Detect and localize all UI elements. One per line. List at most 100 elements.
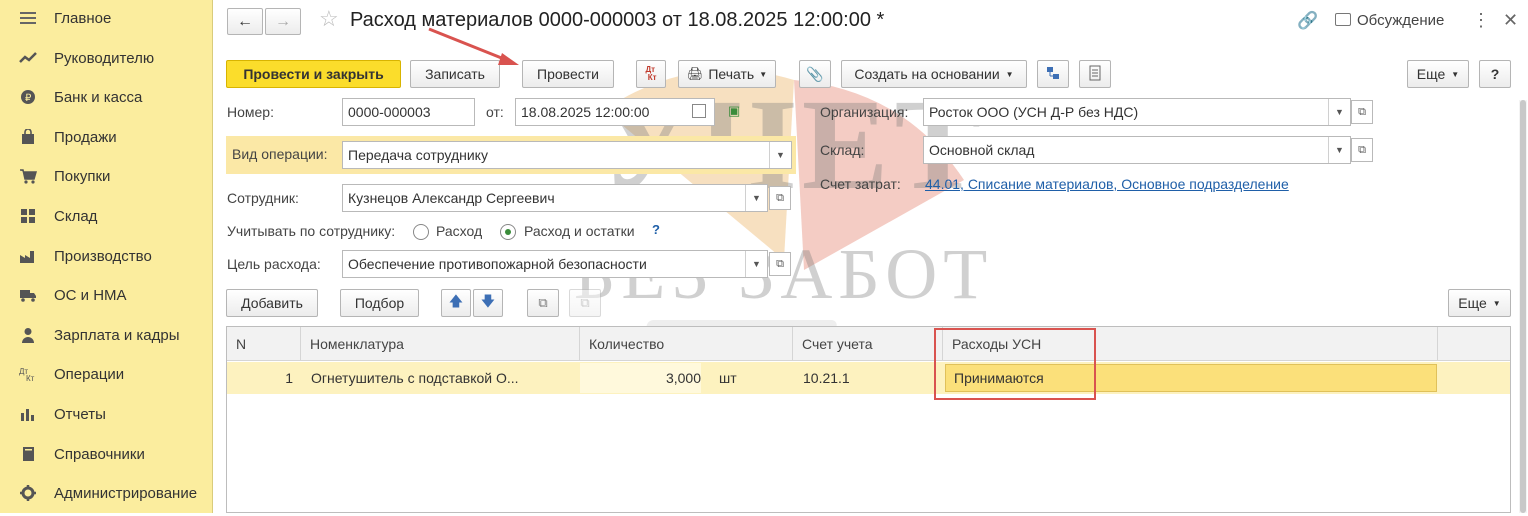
sidebar-item-label: Покупки [54, 167, 111, 185]
sidebar-item-bank[interactable]: ₽ Банк и касса [0, 79, 212, 115]
sidebar-item-label: Зарплата и кадры [54, 326, 180, 344]
help-button[interactable]: ? [1479, 60, 1511, 88]
organization-value: Росток ООО (УСН Д-Р без НДС) [929, 104, 1139, 120]
radio-expense-label: Расход [436, 223, 483, 239]
annotation-arrow [428, 27, 519, 65]
forward-button[interactable]: → [265, 8, 301, 35]
sidebar-item-admin[interactable]: Администрирование [0, 475, 212, 511]
copy-row-button[interactable]: ⧉ [527, 289, 559, 317]
sidebar-item-salary[interactable]: Зарплата и кадры [0, 317, 212, 353]
back-button[interactable]: ← [227, 8, 263, 35]
attach-button[interactable]: 📎 [799, 60, 831, 88]
paperclip-icon: 📎 [806, 65, 824, 82]
sidebar-item-production[interactable]: Производство [0, 238, 212, 274]
discussion-button[interactable]: Обсуждение [1357, 12, 1444, 29]
arrow-down-icon: 🡇 [480, 293, 496, 309]
sidebar-item-label: Операции [54, 365, 125, 383]
post-and-close-button[interactable]: Провести и закрыть [226, 60, 401, 88]
open-stock-button[interactable]: ⧉ [1351, 138, 1373, 162]
stock-field[interactable]: Основной склад ▼ [923, 136, 1351, 164]
more-vertical-icon[interactable]: ⋮ [1472, 10, 1490, 31]
pick-button[interactable]: Подбор [340, 289, 419, 317]
person-icon [18, 325, 38, 345]
open-organization-button[interactable]: ⧉ [1351, 100, 1373, 124]
move-down-button[interactable]: 🡇 [473, 289, 503, 317]
sidebar-item-sales[interactable]: Продажи [0, 119, 212, 155]
document-form: УЧЕТ БЕЗ ЗАБОТ ← → ☆ Расход материалов 0… [214, 0, 1528, 516]
bar-chart-icon [18, 404, 38, 424]
help-hint-icon[interactable]: ? [652, 222, 660, 237]
scrollbar-thumb[interactable] [1520, 100, 1526, 513]
move-up-button[interactable]: 🡅 [441, 289, 471, 317]
arrow-up-icon: 🡅 [448, 293, 464, 309]
open-purpose-button[interactable]: ⧉ [769, 252, 791, 276]
calendar-icon[interactable] [692, 104, 706, 118]
sidebar-item-manager[interactable]: Руководителю [0, 40, 212, 76]
radio-expense-and-balance[interactable] [500, 224, 516, 240]
factory-icon [18, 246, 38, 266]
chevron-down-icon[interactable]: ▼ [1328, 99, 1350, 125]
close-icon[interactable]: ✕ [1503, 10, 1518, 31]
sidebar-item-label: Склад [54, 207, 98, 225]
chevron-down-icon[interactable]: ▼ [745, 185, 767, 211]
cost-account-link[interactable]: 44.01, Списание материалов, Основное под… [925, 176, 1289, 192]
post-button[interactable]: Провести [522, 60, 614, 88]
sidebar-item-purchases[interactable]: Покупки [0, 158, 212, 194]
vertical-scrollbar[interactable] [1519, 100, 1527, 513]
chevron-down-icon: ▼ [1451, 69, 1460, 79]
column-header-n[interactable]: N [227, 327, 301, 361]
coin-icon: ₽ [18, 87, 38, 107]
table-more-button[interactable]: Еще ▼ [1448, 289, 1511, 317]
cart-icon [18, 166, 38, 186]
sidebar-item-reports[interactable]: Отчеты [0, 396, 212, 432]
sidebar-item-main[interactable]: Главное [0, 0, 212, 36]
stock-label: Склад: [820, 142, 865, 158]
sync-icon[interactable]: ▣ [728, 103, 740, 119]
report-button[interactable] [1079, 60, 1111, 88]
chevron-down-icon[interactable]: ▼ [1328, 137, 1350, 163]
paste-row-button[interactable]: ⧉ [569, 289, 601, 317]
trend-icon [18, 48, 38, 68]
sidebar-item-assets[interactable]: ОС и НМА [0, 277, 212, 313]
sidebar-item-label: Производство [54, 247, 152, 265]
chevron-down-icon: ▼ [759, 69, 768, 79]
dt-kt-button[interactable]: Дт Кт [636, 60, 666, 88]
date-field[interactable]: 18.08.2025 12:00:00 [515, 98, 715, 126]
employee-field[interactable]: Кузнецов Александр Сергеевич ▼ [342, 184, 768, 212]
purpose-field[interactable]: Обеспечение противопожарной безопасности… [342, 250, 768, 278]
column-header-quantity[interactable]: Количество [580, 327, 793, 361]
organization-field[interactable]: Росток ООО (УСН Д-Р без НДС) ▼ [923, 98, 1351, 126]
radio-expense-balance-label: Расход и остатки [524, 223, 635, 239]
annotation-highlight-box [934, 328, 1096, 400]
chevron-down-icon[interactable]: ▼ [769, 142, 791, 168]
bag-icon [18, 127, 38, 147]
cell-item: Огнетушитель с подставкой О... [311, 370, 519, 386]
purpose-value: Обеспечение противопожарной безопасности [348, 256, 647, 272]
number-field[interactable]: 0000-000003 [342, 98, 475, 126]
operation-type-select[interactable]: Передача сотруднику ▼ [342, 141, 792, 169]
sidebar-item-label: Продажи [54, 128, 117, 146]
open-employee-button[interactable]: ⧉ [769, 186, 791, 210]
sidebar-item-label: Администрирование [54, 484, 198, 502]
more-button[interactable]: Еще ▼ [1407, 60, 1469, 88]
menu-icon [18, 8, 38, 28]
link-icon[interactable]: 🔗 [1297, 11, 1318, 31]
structure-button[interactable] [1037, 60, 1069, 88]
warehouse-icon [18, 206, 38, 226]
stock-value: Основной склад [929, 142, 1035, 158]
add-row-button[interactable]: Добавить [226, 289, 318, 317]
favorite-star-icon[interactable]: ☆ [319, 6, 339, 32]
organization-label: Организация: [820, 104, 909, 120]
print-label: Печать [708, 66, 755, 82]
column-header-account[interactable]: Счет учета [793, 327, 943, 361]
sidebar-item-catalogs[interactable]: Справочники [0, 436, 212, 472]
sidebar-item-operations[interactable]: Дт Кт Операции [0, 356, 212, 392]
create-based-on-button[interactable]: Создать на основании ▼ [841, 60, 1027, 88]
column-header-item[interactable]: Номенклатура [301, 327, 580, 361]
cell-quantity: 3,000 [580, 363, 701, 393]
chevron-down-icon[interactable]: ▼ [745, 251, 767, 277]
sidebar-item-warehouse[interactable]: Склад [0, 198, 212, 234]
radio-expense[interactable] [413, 224, 429, 240]
paste-icon: ⧉ [580, 295, 590, 310]
print-button[interactable]: 🖨 Печать ▼ [678, 60, 776, 88]
